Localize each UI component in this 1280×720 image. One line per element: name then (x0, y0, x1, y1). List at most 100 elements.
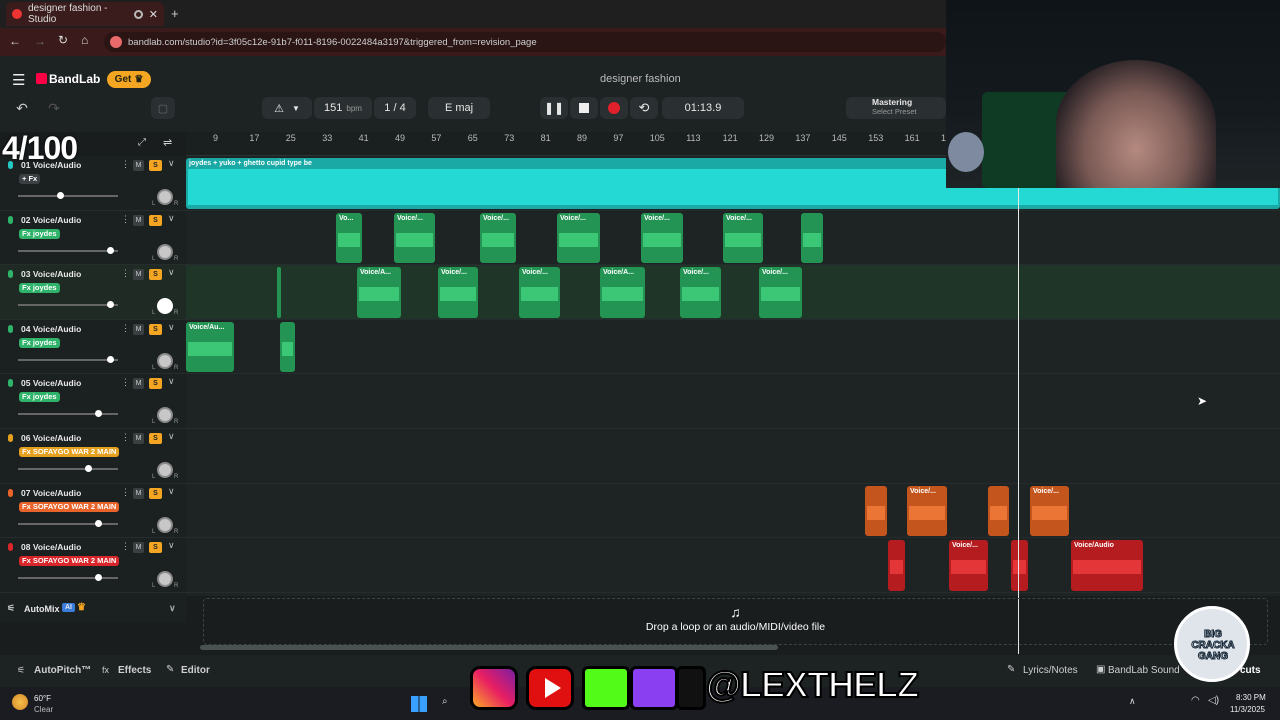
mute-button[interactable]: M (133, 433, 144, 444)
track-header[interactable]: 02 Voice/Audio ⋮ M S ∨ Fx joydes L R (0, 211, 186, 266)
audio-clip[interactable]: Voice/... (949, 540, 988, 591)
effects-button[interactable]: Effects (118, 665, 151, 676)
pause-button[interactable]: ❚❚ (540, 97, 568, 119)
fx-badge[interactable]: Fx joydes (19, 337, 60, 348)
pan-knob[interactable] (157, 462, 173, 478)
audio-clip[interactable]: Voice/... (907, 485, 947, 537)
tray-chevron-icon[interactable]: ∧ (1129, 696, 1136, 707)
mute-button[interactable]: M (133, 160, 144, 171)
more-icon[interactable]: ⋮ (121, 268, 130, 279)
audio-clip[interactable] (888, 540, 905, 591)
volume-slider[interactable] (18, 304, 118, 307)
volume-slider[interactable] (18, 522, 118, 525)
pan-knob[interactable] (157, 571, 173, 588)
more-icon[interactable]: ⋮ (121, 432, 130, 443)
track-name[interactable]: 04 Voice/Audio (21, 324, 81, 334)
chevron-down-icon[interactable]: ∨ (168, 267, 175, 278)
track-lane[interactable] (186, 319, 1280, 375)
record-button[interactable] (600, 97, 628, 119)
pan-knob[interactable] (157, 243, 173, 260)
site-info-icon[interactable] (110, 36, 122, 48)
audio-clip[interactable] (865, 485, 887, 537)
audio-clip[interactable] (988, 485, 1009, 537)
mute-button[interactable]: M (133, 487, 144, 499)
shortcuts-button[interactable]: cuts (1240, 665, 1261, 676)
volume-knob[interactable] (95, 519, 102, 527)
audio-clip[interactable] (280, 321, 295, 373)
track-lane[interactable] (186, 265, 1280, 320)
solo-button[interactable]: S (149, 214, 162, 226)
chevron-down-icon[interactable]: ∨ (168, 540, 175, 551)
more-icon[interactable]: ⋮ (121, 159, 130, 170)
mute-button[interactable]: M (133, 378, 144, 390)
volume-slider[interactable] (18, 195, 118, 197)
audio-clip[interactable]: Voice/Audio (1071, 540, 1143, 591)
chevron-down-icon[interactable]: ∨ (168, 158, 175, 169)
track-name[interactable]: 02 Voice/Audio (21, 215, 81, 225)
audio-clip[interactable]: Voice/... (723, 212, 763, 264)
chevron-down-icon[interactable]: ∨ (168, 376, 175, 387)
chevron-down-icon[interactable]: ∨ (168, 486, 175, 497)
solo-button[interactable]: S (149, 542, 162, 554)
audio-clip[interactable]: Voice/... (480, 212, 516, 264)
track-name[interactable]: 07 Voice/Audio (21, 488, 81, 498)
tempo-field[interactable]: 151 bpm (314, 97, 372, 119)
volume-knob[interactable] (107, 246, 114, 254)
undo-button[interactable]: ↶ (8, 97, 36, 119)
pan-knob[interactable] (157, 407, 173, 424)
fx-badge[interactable]: Fx SOFAYGO WAR 2 MAIN (19, 556, 120, 567)
project-title[interactable]: designer fashion (600, 73, 681, 85)
track-header[interactable]: 06 Voice/Audio ⋮ M S ∨ Fx SOFAYGO WAR 2 MAIN L… (0, 429, 186, 484)
playhead[interactable] (1018, 132, 1019, 654)
more-icon[interactable]: ⋮ (121, 323, 130, 334)
more-icon[interactable]: ⋮ (121, 541, 130, 552)
mute-button[interactable]: M (133, 323, 144, 335)
get-button[interactable]: Get ♛ (107, 71, 151, 88)
volume-slider[interactable] (18, 468, 118, 470)
new-tab-icon[interactable]: + (171, 6, 179, 21)
audio-clip[interactable]: Voice/... (759, 267, 802, 318)
chevron-down-icon[interactable]: ∨ (168, 213, 175, 224)
mute-button[interactable]: M (133, 542, 144, 554)
track-lane[interactable] (186, 483, 1280, 539)
solo-button[interactable]: S (149, 378, 162, 390)
volume-knob[interactable] (57, 192, 64, 199)
menu-icon[interactable]: ☰ (12, 71, 25, 89)
metronome-button[interactable]: ⚠ ▼ (262, 97, 312, 119)
fx-badge[interactable]: Fx joydes (19, 392, 60, 403)
more-icon[interactable]: ⋮ (121, 214, 130, 225)
audio-clip[interactable]: Voice/A... (600, 267, 645, 318)
stop-button[interactable] (570, 97, 598, 119)
start-icon[interactable] (411, 696, 427, 712)
chevron-down-icon[interactable]: ∨ (168, 431, 175, 442)
mastering-button[interactable]: Mastering Select Preset (846, 97, 946, 119)
track-name[interactable]: 05 Voice/Audio (21, 378, 81, 388)
volume-slider[interactable] (18, 413, 118, 416)
browser-tab[interactable]: designer fashion - Studio ✕ (6, 2, 164, 26)
audio-clip[interactable] (1011, 540, 1028, 591)
pan-knob[interactable] (157, 352, 173, 369)
arrangement-area[interactable]: joydes + yuko + ghetto cupid type be Vo..… (186, 156, 1280, 596)
fx-badge[interactable]: + Fx (19, 174, 41, 184)
reload-icon[interactable]: ↻ (58, 33, 68, 47)
track-header[interactable]: 03 Voice/Audio ⋮ M S ∨ Fx joydes L R (0, 265, 186, 320)
time-signature-field[interactable]: 1 / 4 (374, 97, 416, 119)
volume-slider[interactable] (18, 358, 118, 361)
audio-clip[interactable] (801, 212, 823, 264)
audio-clip[interactable] (277, 267, 281, 318)
grid-toggle-button[interactable]: ▢ (151, 97, 175, 119)
audio-clip[interactable]: Voice/... (438, 267, 478, 318)
fx-badge[interactable]: Fx joydes (19, 228, 60, 239)
chevron-down-icon[interactable]: ∨ (168, 322, 175, 333)
chevron-down-icon[interactable]: ∨ (169, 603, 176, 614)
pan-knob[interactable] (157, 516, 173, 533)
volume-icon[interactable]: ◁) (1208, 695, 1219, 706)
volume-slider[interactable] (18, 577, 118, 580)
track-name[interactable]: 03 Voice/Audio (21, 269, 81, 279)
editor-button[interactable]: Editor (181, 665, 210, 676)
loop-button[interactable]: ⟲ (630, 97, 658, 119)
track-header[interactable]: 04 Voice/Audio ⋮ M S ∨ Fx joydes L R (0, 320, 186, 375)
track-name[interactable]: 06 Voice/Audio (21, 433, 81, 443)
back-icon[interactable]: ← (9, 34, 21, 48)
audio-clip[interactable]: Vo... (336, 212, 362, 264)
